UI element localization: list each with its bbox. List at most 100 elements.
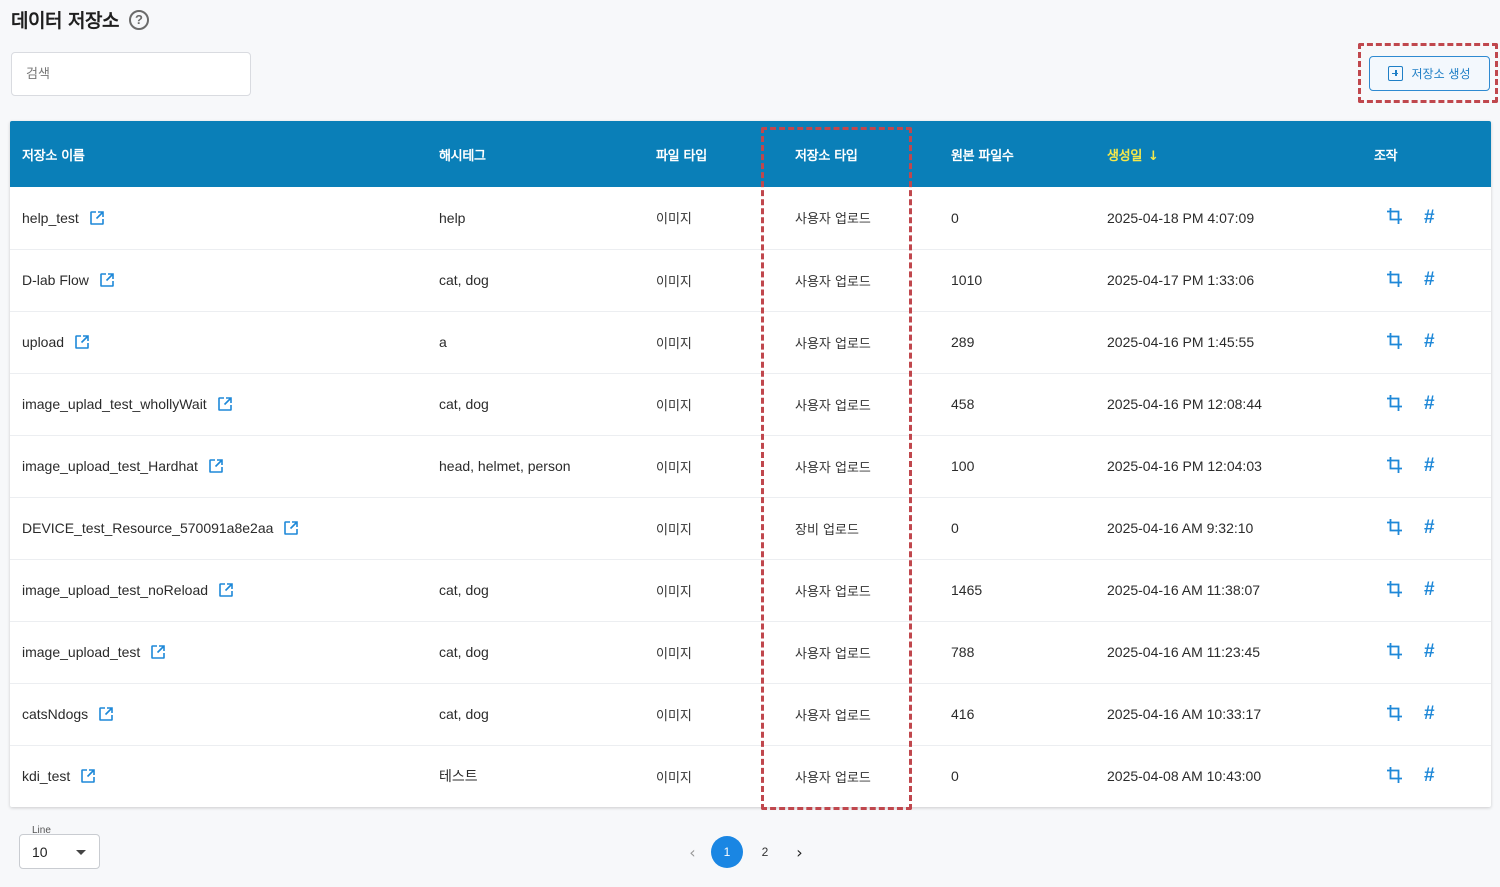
cell-created: 2025-04-16 AM 10:33:17 (1107, 706, 1262, 722)
cell-file-count: 0 (951, 768, 959, 785)
search-input[interactable] (11, 52, 251, 96)
crop-icon[interactable] (1386, 456, 1404, 477)
external-link-icon[interactable] (74, 334, 90, 350)
external-link-icon[interactable] (80, 768, 96, 784)
col-header-storage-type[interactable]: 저장소 타입 (783, 121, 939, 187)
table-row[interactable]: image_upload_test_noReload cat, dog 이미지 사용자… (10, 559, 1491, 621)
col-header-tags[interactable]: 해시테그 (427, 121, 644, 187)
external-link-icon[interactable] (283, 520, 299, 536)
crop-icon[interactable] (1386, 642, 1404, 663)
cell-storage-type: 사용자 업로드 (795, 460, 871, 476)
hash-icon[interactable]: # (1424, 579, 1435, 601)
crop-icon[interactable] (1386, 394, 1404, 415)
cell-storage-type: 사용자 업로드 (795, 584, 871, 600)
line-per-page-select[interactable]: 10 (19, 834, 100, 869)
table-row[interactable]: image_uplad_test_whollyWait cat, dog 이미지 사용… (10, 373, 1491, 435)
crop-icon[interactable] (1386, 207, 1404, 228)
external-link-icon[interactable] (98, 706, 114, 722)
table-row[interactable]: D-lab Flow cat, dog 이미지 사용자 업로드 1010 2025-04-… (10, 249, 1491, 311)
cell-file-count: 416 (951, 706, 975, 722)
page-button-2[interactable]: 2 (749, 836, 781, 868)
hash-icon[interactable]: # (1424, 703, 1435, 725)
table-row[interactable]: image_upload_test cat, dog 이미지 사용자 업로드 788 20… (10, 621, 1491, 683)
table-row[interactable]: upload a 이미지 사용자 업로드 289 2025-04-16 PM 1:45:5… (10, 311, 1491, 373)
cell-tags: cat, dog (439, 272, 489, 288)
hash-icon[interactable]: # (1424, 393, 1435, 415)
plus-square-icon (1388, 66, 1404, 81)
cell-storage-type: 사용자 업로드 (795, 708, 871, 724)
external-link-icon[interactable] (218, 582, 234, 598)
hash-icon[interactable]: # (1424, 207, 1435, 229)
table-row[interactable]: kdi_test 테스트 이미지 사용자 업로드 0 2025-04-08 AM 10:4… (10, 745, 1491, 807)
external-link-icon[interactable] (99, 272, 115, 288)
table-row[interactable]: image_upload_test_Hardhat head, helmet, p… (10, 435, 1491, 497)
storage-name-link[interactable]: catsNdogs (22, 706, 88, 722)
cell-name: DEVICE_test_Resource_570091a8e2aa (10, 497, 427, 559)
cell-tags: cat, dog (439, 644, 489, 660)
cell-actions: # (1362, 249, 1491, 311)
cell-file-type: 이미지 (656, 770, 692, 786)
cell-storage-type: 사용자 업로드 (795, 336, 871, 352)
cell-tags: head, helmet, person (439, 458, 571, 474)
page-button-1[interactable]: 1 (711, 836, 743, 868)
crop-icon[interactable] (1386, 270, 1404, 291)
col-header-created[interactable]: 생성일 ↓ (1095, 121, 1362, 187)
storage-name-link[interactable]: help_test (22, 210, 79, 226)
storage-name-link[interactable]: image_uplad_test_whollyWait (22, 396, 207, 412)
col-header-file-type[interactable]: 파일 타입 (644, 121, 783, 187)
cell-created: 2025-04-16 PM 12:08:44 (1107, 396, 1262, 412)
cell-storage-type: 사용자 업로드 (795, 646, 871, 662)
storage-name-link[interactable]: kdi_test (22, 768, 70, 784)
table-row[interactable]: help_test help 이미지 사용자 업로드 0 2025-04-18 PM 4:… (10, 187, 1491, 249)
hash-icon[interactable]: # (1424, 269, 1435, 291)
chevron-right-icon[interactable]: › (787, 836, 812, 868)
create-storage-button[interactable]: 저장소 생성 (1369, 56, 1490, 91)
external-link-icon[interactable] (217, 396, 233, 412)
cell-actions: # (1362, 621, 1491, 683)
hash-icon[interactable]: # (1424, 641, 1435, 663)
storage-name-link[interactable]: image_upload_test_Hardhat (22, 458, 198, 474)
external-link-icon[interactable] (150, 644, 166, 660)
table-row[interactable]: catsNdogs cat, dog 이미지 사용자 업로드 416 2025-04-16… (10, 683, 1491, 745)
crop-icon[interactable] (1386, 766, 1404, 787)
crop-icon[interactable] (1386, 580, 1404, 601)
cell-file-count: 788 (951, 644, 975, 660)
cell-name: kdi_test (10, 745, 427, 807)
cell-created: 2025-04-16 PM 12:04:03 (1107, 458, 1262, 474)
cell-storage-type: 사용자 업로드 (795, 770, 871, 786)
storage-name-link[interactable]: image_upload_test (22, 644, 140, 660)
cell-file-count: 100 (951, 458, 975, 474)
cell-name: image_uplad_test_whollyWait (10, 373, 427, 435)
external-link-icon[interactable] (89, 210, 105, 226)
line-select-value: 10 (32, 843, 48, 860)
help-circle-icon[interactable]: ? (129, 9, 149, 30)
hash-icon[interactable]: # (1424, 455, 1435, 477)
table-row[interactable]: DEVICE_test_Resource_570091a8e2aa 이미지 장비 업… (10, 497, 1491, 559)
cell-created: 2025-04-18 PM 4:07:09 (1107, 209, 1255, 226)
storage-name-link[interactable]: D-lab Flow (22, 272, 89, 288)
cell-actions: # (1362, 187, 1491, 249)
cell-file-count: 1010 (951, 272, 983, 288)
cell-name: image_upload_test (10, 621, 427, 683)
hash-icon[interactable]: # (1424, 765, 1435, 787)
storage-name-link[interactable]: image_upload_test_noReload (22, 582, 208, 598)
cell-created: 2025-04-17 PM 1:33:06 (1107, 272, 1255, 288)
cell-name: image_upload_test_Hardhat (10, 435, 427, 497)
storage-name-link[interactable]: DEVICE_test_Resource_570091a8e2aa (22, 520, 273, 536)
cell-file-type: 이미지 (656, 460, 692, 476)
cell-created: 2025-04-08 AM 10:43:00 (1107, 768, 1262, 785)
crop-icon[interactable] (1386, 332, 1404, 353)
hash-icon[interactable]: # (1424, 331, 1435, 353)
crop-icon[interactable] (1386, 704, 1404, 725)
col-header-name[interactable]: 저장소 이름 (10, 121, 427, 187)
chevron-left-icon[interactable]: ‹ (680, 836, 705, 868)
col-header-file-count[interactable]: 원본 파일수 (939, 121, 1095, 187)
storage-name-link[interactable]: upload (22, 334, 64, 350)
external-link-icon[interactable] (208, 458, 224, 474)
cell-tags (427, 497, 644, 559)
crop-icon[interactable] (1386, 518, 1404, 539)
cell-created: 2025-04-16 AM 11:38:07 (1107, 582, 1261, 598)
cell-tags: a (439, 334, 447, 350)
cell-storage-type: 사용자 업로드 (795, 274, 871, 290)
hash-icon[interactable]: # (1424, 517, 1435, 539)
